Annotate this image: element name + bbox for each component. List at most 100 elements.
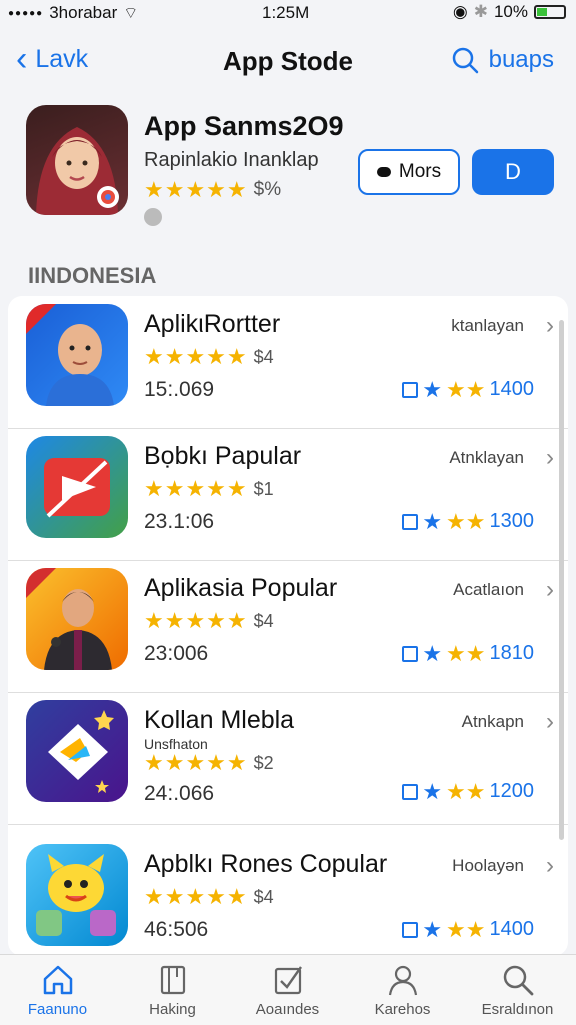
list-item[interactable]: AplikιRortter ★★★★★ $4 15:.069 ktanlayan… bbox=[8, 296, 568, 429]
tab-label: Esraldınon bbox=[481, 1001, 554, 1018]
chevron-right-icon: › bbox=[546, 444, 554, 471]
info-badge bbox=[144, 208, 162, 226]
app-downloads: 1400 bbox=[489, 378, 535, 400]
tab-label: Karehos bbox=[374, 1001, 431, 1018]
app-badges: ★ ★★ 1200 bbox=[402, 780, 534, 803]
app-price: $4 bbox=[253, 610, 274, 631]
app-count: 24:.066 bbox=[144, 782, 215, 805]
star-icon: ★★ bbox=[446, 640, 486, 666]
search-button[interactable]: buaps bbox=[451, 46, 554, 74]
featured-app: App Sanms2O9 Rapinlakio Inanklap ★★★★★ $… bbox=[26, 105, 556, 226]
more-label: Mors bbox=[398, 161, 442, 182]
tab-ranking[interactable]: Haking bbox=[115, 963, 230, 1018]
list-item[interactable]: Kollan Mlebla Unsfhaton ★★★★★ $2 24:.066… bbox=[8, 692, 568, 825]
tab-label: Faanuno bbox=[27, 1001, 88, 1018]
more-button[interactable]: Mors bbox=[358, 149, 460, 195]
chevron-right-icon: › bbox=[546, 708, 554, 735]
app-category: ktanlayan bbox=[451, 316, 524, 335]
box-icon bbox=[402, 645, 419, 662]
search-label: buaps bbox=[488, 46, 554, 73]
wifi-icon: ⌔ bbox=[123, 5, 139, 22]
rating-stars: ★★★★★ bbox=[144, 884, 248, 909]
tab-profile[interactable]: Karehos bbox=[345, 963, 460, 1018]
app-icon bbox=[26, 700, 128, 802]
search-icon bbox=[452, 47, 478, 74]
battery-label: 10% bbox=[493, 2, 528, 21]
bluetooth-icon: ✱ bbox=[473, 2, 488, 21]
box-icon bbox=[402, 381, 419, 398]
app-count: 23:006 bbox=[144, 642, 209, 665]
tab-label: Aoaındes bbox=[255, 1001, 320, 1018]
box-icon bbox=[402, 783, 419, 800]
app-downloads: 1300 bbox=[489, 510, 535, 532]
pill-icon bbox=[376, 167, 391, 177]
rating-stars: ★★★★★ bbox=[144, 476, 248, 501]
star-outline-icon: ★ bbox=[422, 376, 443, 402]
featured-app-icon[interactable] bbox=[26, 105, 128, 215]
location-icon: ◉ bbox=[452, 2, 468, 21]
featured-app-title: App Sanms2O9 bbox=[144, 111, 344, 141]
app-count: 46:506 bbox=[144, 918, 209, 941]
carrier-label: 3horabar bbox=[49, 3, 118, 22]
tab-bar: Faanuno Haking Aoaındes Karehos Esraldın… bbox=[0, 954, 576, 1025]
star-outline-icon: ★ bbox=[422, 916, 443, 942]
app-price: $4 bbox=[253, 886, 274, 907]
star-icon: ★★ bbox=[446, 916, 486, 942]
box-icon bbox=[402, 921, 419, 938]
star-icon: ★★ bbox=[446, 508, 486, 534]
star-outline-icon: ★ bbox=[422, 508, 443, 534]
get-button[interactable]: D bbox=[472, 149, 554, 195]
app-downloads: 1200 bbox=[489, 780, 535, 802]
navigation-bar: ‹ Lavk App Stode buaps bbox=[0, 40, 576, 84]
app-badges: ★ ★★ 1810 bbox=[402, 642, 534, 665]
chevron-right-icon: › bbox=[546, 576, 554, 603]
app-count: 15:.069 bbox=[144, 378, 215, 401]
tab-categories[interactable]: Aoaındes bbox=[230, 963, 345, 1018]
app-category: Atnklayan bbox=[449, 448, 524, 467]
chevron-right-icon: › bbox=[546, 312, 554, 339]
status-right: ◉ ✱ 10% bbox=[453, 2, 566, 22]
box-icon bbox=[402, 513, 419, 530]
app-category: Hoolayən bbox=[452, 856, 524, 875]
list-item[interactable]: Apblkı Rones Copular ★★★★★ $4 46:506 Hoo… bbox=[8, 836, 568, 956]
status-bar: ●●●●● 3horabar ⌔ 1:25M ◉ ✱ 10% bbox=[0, 0, 576, 26]
app-downloads: 1400 bbox=[489, 918, 535, 940]
featured-app-rating: ★★★★★ $% bbox=[144, 177, 281, 203]
app-downloads: 1810 bbox=[489, 642, 535, 664]
star-outline-icon: ★ bbox=[422, 778, 443, 804]
rating-stars: ★★★★★ bbox=[144, 750, 248, 775]
status-left: ●●●●● 3horabar ⌔ bbox=[8, 3, 138, 23]
rating-stars: ★★★★★ bbox=[144, 608, 248, 633]
app-name: Aplikasia Popular bbox=[144, 574, 338, 602]
section-title: IINDONESIA bbox=[28, 263, 157, 288]
chevron-right-icon: › bbox=[546, 852, 554, 879]
star-icon: ★★ bbox=[446, 376, 486, 402]
app-category: Acatlaıon bbox=[453, 580, 524, 599]
app-rating: ★★★★★ $4 bbox=[144, 608, 274, 634]
app-name: Kollan Mlebla bbox=[144, 706, 295, 734]
star-icon: ★★ bbox=[446, 778, 486, 804]
app-icon bbox=[26, 436, 128, 538]
app-name: Bọbkı Papular bbox=[144, 442, 302, 470]
person-icon bbox=[388, 965, 417, 996]
tab-search[interactable]: Esraldınon bbox=[460, 963, 575, 1018]
star-outline-icon: ★ bbox=[422, 640, 443, 666]
rating-value: $% bbox=[253, 179, 282, 200]
app-price: $2 bbox=[253, 752, 274, 773]
list-item[interactable]: Bọbkı Papular ★★★★★ $1 23.1:06 Atnklayan… bbox=[8, 428, 568, 561]
app-list: AplikιRortter ★★★★★ $4 15:.069 ktanlayan… bbox=[8, 296, 568, 956]
list-item[interactable]: Aplikasia Popular ★★★★★ $4 23:006 Acatla… bbox=[8, 560, 568, 693]
app-price: $1 bbox=[253, 478, 274, 499]
app-icon bbox=[26, 304, 128, 406]
rating-stars: ★★★★★ bbox=[144, 344, 248, 369]
app-badges: ★ ★★ 1400 bbox=[402, 918, 534, 941]
tab-featured[interactable]: Faanuno bbox=[0, 963, 115, 1018]
app-price: $4 bbox=[253, 346, 274, 367]
app-rating: ★★★★★ $1 bbox=[144, 476, 274, 502]
scrollbar[interactable] bbox=[559, 320, 564, 840]
app-icon bbox=[26, 568, 128, 670]
app-icon bbox=[26, 844, 128, 946]
search-icon bbox=[503, 965, 533, 996]
home-icon bbox=[43, 965, 72, 995]
app-name: AplikιRortter bbox=[144, 310, 281, 338]
